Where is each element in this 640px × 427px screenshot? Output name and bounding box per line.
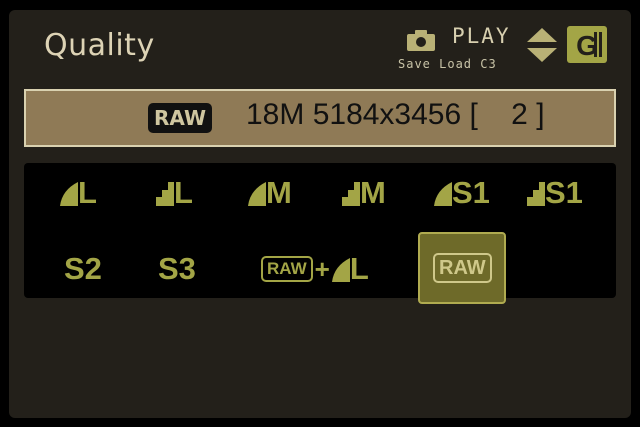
mode-sublabel: Save Load C3 [398,57,497,71]
screen: Quality PLAY Save Load C3 G RAW 18M 5184… [0,0,640,427]
up-down-arrows-icon[interactable] [525,27,559,63]
fine-quality-icon [434,182,452,206]
option-fine-s1[interactable]: S1 [434,175,490,211]
option-normal-m[interactable]: M [342,175,386,211]
memory-card-icon: G [567,26,607,63]
option-s2[interactable]: S2 [64,251,102,287]
fine-quality-icon [331,258,350,282]
normal-quality-icon [342,182,360,206]
option-fine-m[interactable]: M [248,175,292,211]
fine-quality-icon [60,182,78,206]
option-s3[interactable]: S3 [158,251,196,287]
raw-badge: RAW [148,103,213,133]
play-label[interactable]: PLAY [452,24,511,48]
fine-quality-icon [248,182,266,206]
page-title: Quality [44,28,155,63]
option-raw[interactable]: RAW [433,253,492,283]
camera-icon [407,30,435,51]
option-normal-l[interactable]: L [156,175,193,211]
option-normal-s1[interactable]: S1 [527,175,583,211]
option-raw-plus-l[interactable]: RAW + L [261,251,369,287]
image-size-info: 18M 5184x3456 [ 2 ] [246,98,545,131]
normal-quality-icon [156,182,174,206]
option-fine-l[interactable]: L [60,175,97,211]
normal-quality-icon [527,182,545,206]
